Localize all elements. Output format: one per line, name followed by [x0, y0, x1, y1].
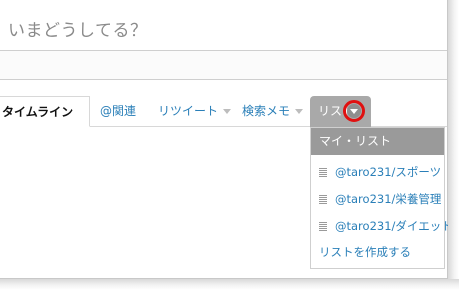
- tab-timeline[interactable]: タイムライン: [0, 96, 90, 127]
- shadow-edge-bottom: [0, 279, 459, 290]
- timeline-tabs: タイムライン @関連 リツイート 検索メモ リスト: [0, 96, 447, 127]
- shadow-edge-right: [448, 0, 459, 290]
- status-input[interactable]: [0, 50, 447, 80]
- tab-lists[interactable]: リスト: [310, 96, 371, 127]
- lists-dropdown-toggle-icon[interactable]: [347, 104, 361, 118]
- list-item[interactable]: @taro231/スポーツ: [319, 162, 441, 182]
- tab-retweets[interactable]: リツイート: [158, 96, 232, 126]
- list-item[interactable]: @taro231/ダイエット: [319, 216, 453, 236]
- tab-mentions[interactable]: @関連: [100, 96, 136, 126]
- compose-prompt: いまどうしてる？: [8, 21, 148, 41]
- lists-dropdown-menu: マイ・リスト @taro231/スポーツ @taro231/栄養管理 @taro…: [310, 127, 453, 269]
- chevron-down-icon: [295, 109, 304, 114]
- list-icon: [319, 168, 327, 177]
- tab-timeline-label: タイムライン: [2, 105, 74, 119]
- chevron-down-icon: [223, 109, 232, 114]
- menu-header-my-lists[interactable]: マイ・リスト: [311, 128, 444, 155]
- screenshot-frame: いまどうしてる？ タイムライン @関連 リツイート 検索メモ リスト マイ・リス…: [0, 0, 459, 290]
- main-panel: いまどうしてる？ タイムライン @関連 リツイート 検索メモ リスト マイ・リス…: [0, 0, 453, 279]
- list-item-label: @taro231/スポーツ: [335, 165, 442, 179]
- tab-saved-search[interactable]: 検索メモ: [242, 96, 304, 126]
- list-icon: [319, 195, 327, 204]
- list-item-label: @taro231/栄養管理: [335, 192, 442, 206]
- tab-mentions-label: @関連: [100, 104, 137, 118]
- list-item[interactable]: @taro231/栄養管理: [319, 189, 441, 209]
- tab-saved-search-label: 検索メモ: [242, 104, 291, 118]
- list-item-label: @taro231/ダイエット: [335, 219, 453, 233]
- tab-retweets-label: リツイート: [158, 104, 219, 118]
- create-list-link[interactable]: リストを作成する: [319, 242, 411, 262]
- list-icon: [319, 222, 327, 231]
